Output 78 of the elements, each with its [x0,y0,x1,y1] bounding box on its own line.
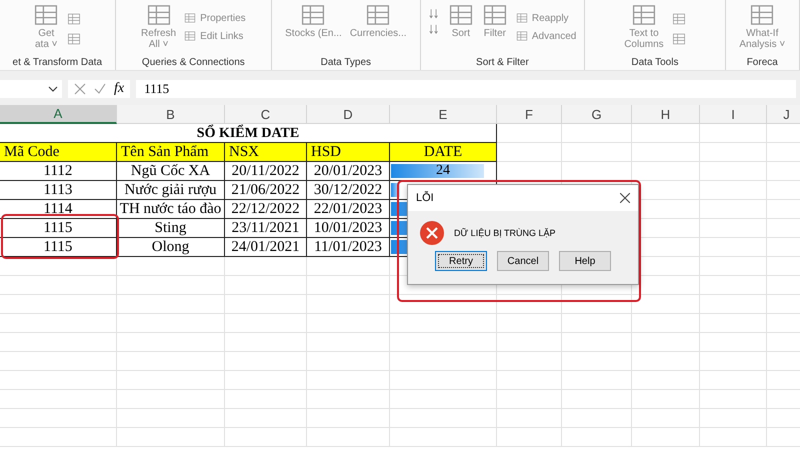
ribbon-button[interactable]: Text to [629,28,659,39]
ribbon-button[interactable]: Get [38,28,54,39]
table-cell: 23/11/2021 [225,219,307,238]
table-cell: 21/06/2022 [225,181,307,200]
dialog-button[interactable]: Retry [435,251,487,271]
table-cell: 11/01/2023 [307,238,390,257]
table-cell: Nước giải rượu [117,181,225,200]
ribbon-button[interactable]: What-If [746,28,778,39]
header-cell: HSD [307,143,390,162]
chevron-down-icon [48,86,58,92]
table-cell: 1115 [0,238,117,257]
table-cell: 10/01/2023 [307,219,390,238]
sheet-icon [672,12,686,26]
column-header[interactable]: I [700,105,767,124]
function-label[interactable]: fx [114,81,124,97]
dialog-button[interactable]: Help [559,251,611,271]
ribbon-button[interactable]: Advanced [516,30,576,42]
sheet-icon [184,12,196,24]
group-label: Data Types [320,57,372,68]
ribbon-button[interactable]: Columns [624,39,664,50]
group-label: Data Tools [630,57,680,68]
ribbon-button[interactable]: Currencies... [350,28,407,39]
table-cell: 1114 [0,200,117,219]
group-label: Foreca [746,57,779,68]
column-header[interactable]: F [497,105,562,124]
table-cell: 24 [436,164,450,178]
group-label: et & Transform Data [12,57,104,68]
dialog-button[interactable]: Cancel [497,251,549,271]
column-header[interactable]: B [117,105,225,124]
ribbon-button[interactable]: Filter [484,28,506,39]
table-cell: 1112 [0,162,117,181]
table-cell: Ngũ Cốc XA [117,162,225,181]
table-cell: 30/12/2022 [307,181,390,200]
table-cell: Sting [117,219,225,238]
sheet-icon [516,30,528,42]
column-header[interactable]: D [307,105,390,124]
group-label: Queries & Connections [140,57,246,68]
ribbon-button[interactable]: All ˅ [148,39,168,50]
header-cell: NSX [225,143,307,162]
ribbon-button[interactable]: ata ˅ [35,39,58,50]
sheet-icon [184,30,196,42]
table-cell: 22/12/2022 [225,200,307,219]
formula-field[interactable]: 1115 [136,80,796,98]
sheet-title: SỔ KIỂM DATE [0,124,497,143]
table-cell: 22/01/2023 [307,200,390,219]
column-header[interactable]: A [0,105,117,124]
column-header[interactable]: E [390,105,497,124]
sheet-icon [672,32,686,46]
column-header[interactable]: H [632,105,700,124]
header-cell: DATE [390,143,497,162]
ribbon-button[interactable]: Refresh [141,28,176,39]
ribbon-button[interactable]: Analysis ˅ [739,39,786,50]
table-cell: 24/01/2021 [225,238,307,257]
table-cell: 20/11/2022 [225,162,307,181]
ribbon-button[interactable]: Edit Links [184,30,246,42]
dialog-message: DỮ LIỆU BỊ TRÙNG LẶP [454,228,556,238]
ribbon-button[interactable]: Properties [184,12,246,24]
table-cell: TH nước táo đào [117,200,225,219]
header-cell: Tên Sản Phẩm [117,143,225,162]
column-header[interactable]: G [562,105,632,124]
header-cell: Mã Code [0,143,117,162]
group-label: Sort & Filter [475,57,530,68]
table-cell: 1113 [0,181,117,200]
ribbon-button[interactable]: Sort [452,28,470,39]
ribbon-button[interactable]: Stocks (En... [285,28,342,39]
sheet-icon [67,32,82,46]
ribbon-button[interactable]: Reapply [516,12,576,24]
sheet-icon [516,12,528,24]
sheet-icon [67,12,82,26]
table-cell: Olong [117,238,225,257]
table-cell: 1115 [0,219,117,238]
close-icon[interactable] [620,193,630,203]
error-icon [420,221,444,245]
dialog-title: LỖI [416,192,434,204]
table-cell: 20/01/2023 [307,162,390,181]
column-header[interactable]: J [767,105,800,124]
column-header[interactable]: C [225,105,307,124]
check-icon[interactable] [94,83,106,95]
